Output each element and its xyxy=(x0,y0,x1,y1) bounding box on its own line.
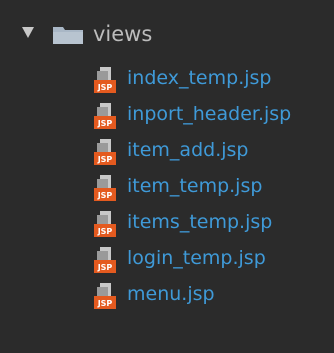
file-item-item-temp[interactable]: JSP item_temp.jsp xyxy=(0,172,334,202)
file-label: index_temp.jsp xyxy=(127,67,272,89)
svg-text:JSP: JSP xyxy=(97,155,113,164)
svg-text:JSP: JSP xyxy=(97,83,113,92)
svg-text:JSP: JSP xyxy=(97,191,113,200)
svg-text:JSP: JSP xyxy=(97,227,113,236)
jsp-file-icon: JSP xyxy=(94,103,116,129)
project-tree: views JSP index_temp.jsp JSP inport_head… xyxy=(0,0,334,353)
file-item-index-temp[interactable]: JSP index_temp.jsp xyxy=(0,64,334,94)
folder-label: views xyxy=(93,22,153,46)
jsp-file-icon: JSP xyxy=(94,175,116,201)
expand-arrow-icon[interactable] xyxy=(22,27,34,38)
file-item-item-add[interactable]: JSP item_add.jsp xyxy=(0,136,334,166)
svg-text:JSP: JSP xyxy=(97,119,113,128)
file-item-login-temp[interactable]: JSP login_temp.jsp xyxy=(0,244,334,274)
file-label: inport_header.jsp xyxy=(127,103,292,125)
svg-text:JSP: JSP xyxy=(97,299,113,308)
folder-icon xyxy=(53,27,83,44)
jsp-file-icon: JSP xyxy=(94,247,116,273)
svg-text:JSP: JSP xyxy=(97,263,113,272)
file-label: login_temp.jsp xyxy=(127,247,266,269)
jsp-file-icon: JSP xyxy=(94,211,116,237)
file-label: item_add.jsp xyxy=(127,139,249,161)
file-item-menu[interactable]: JSP menu.jsp xyxy=(0,280,334,310)
folder-row-views[interactable]: views xyxy=(0,16,334,52)
file-label: item_temp.jsp xyxy=(127,175,263,197)
file-item-items-temp[interactable]: JSP items_temp.jsp xyxy=(0,208,334,238)
file-item-inport-header[interactable]: JSP inport_header.jsp xyxy=(0,100,334,130)
jsp-file-icon: JSP xyxy=(94,139,116,165)
jsp-file-icon: JSP xyxy=(94,67,116,93)
file-label: items_temp.jsp xyxy=(127,211,273,233)
jsp-file-icon: JSP xyxy=(94,283,116,309)
file-label: menu.jsp xyxy=(127,283,215,305)
